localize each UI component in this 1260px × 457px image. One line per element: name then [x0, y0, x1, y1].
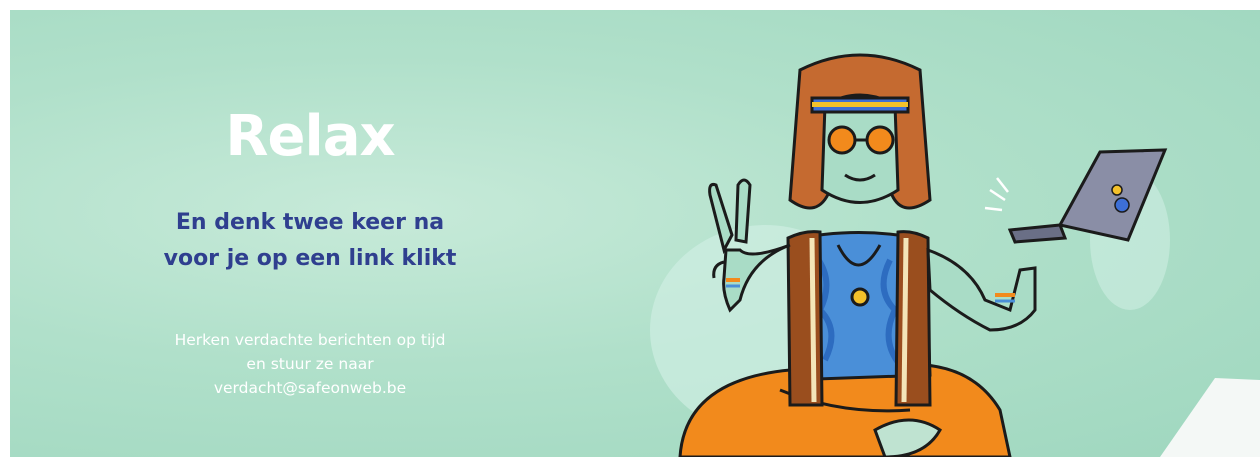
report-email: verdacht@safeonweb.be — [213, 379, 407, 397]
banner-body-text: Herken verdachte berichten op tijd en st… — [10, 328, 610, 400]
torso — [786, 230, 932, 407]
head — [788, 53, 932, 210]
banner-subheadline: En denk twee keer na voor je op een link… — [10, 205, 610, 277]
promo-banner: Relax En denk twee keer na voor je op ee… — [10, 10, 1260, 457]
body-line-1: Herken verdachte berichten op tijd — [174, 331, 446, 349]
hippie-laptop-illustration — [650, 53, 1260, 457]
sunglasses-left — [827, 125, 857, 155]
right-arm — [926, 247, 1037, 332]
banner-headline: Relax — [225, 104, 395, 169]
body-line-2: en stuur ze naar — [246, 355, 374, 373]
subheadline-line-2: voor je op een link klikt — [163, 246, 457, 271]
sunglasses-right — [865, 125, 895, 155]
peace-necklace — [850, 287, 870, 307]
corner-white-shape — [1160, 378, 1260, 457]
banner-text-block: Relax En denk twee keer na voor je op ee… — [10, 10, 610, 457]
subheadline-line-1: En denk twee keer na — [175, 210, 445, 235]
